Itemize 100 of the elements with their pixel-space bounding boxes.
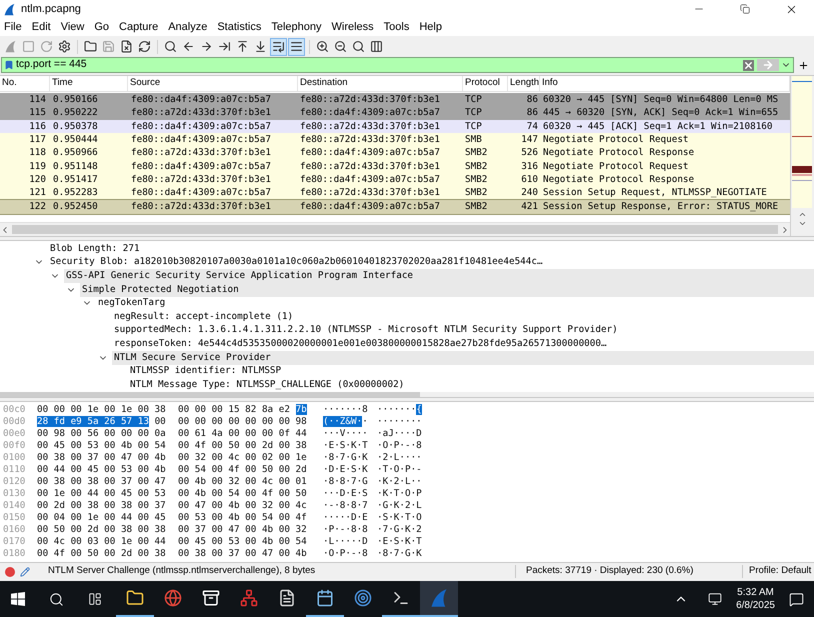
lines-button[interactable]	[288, 38, 305, 56]
selected-bytes: {	[416, 404, 422, 416]
byte-group: ·······	[377, 404, 416, 416]
byte-group: ·D·E·S·K	[323, 464, 368, 476]
scroll-down-icon[interactable]	[798, 219, 807, 228]
shark-fin-icon	[4, 40, 17, 53]
scrollbar-thumb[interactable]	[0, 392, 420, 397]
packet-row[interactable]: 114 0.950166 fe80::da4f:4309:a07c:b5a7 fe80::a72d:433d:370f:b3e1 TCP 86 60320 → 445 [SYN] Seq=0 Win=64800 Len=0 MS	[0, 93, 790, 106]
detail-line[interactable]: supportedMech: 1.3.6.1.4.1.311.2.2.10 (NTLMSSP - Microsoft NTLM Security Support Provider)	[112, 323, 814, 338]
detail-line[interactable]: NTLM Message Type: NTLMSSP_CHALLENGE (0x00000002)	[128, 378, 814, 392]
taskbar-app[interactable]	[420, 581, 458, 617]
offset-label: 0100	[2, 451, 26, 465]
byte-group: 00 4f 00 50 00 2d 00 38	[37, 548, 166, 560]
menu-item[interactable]: Go	[90, 18, 114, 36]
table-cell-text: 74	[526, 120, 539, 134]
menu-item[interactable]: Analyze	[164, 18, 212, 36]
notification-icon[interactable]	[789, 592, 804, 606]
offset-label: 0170	[2, 535, 26, 549]
network-status-icon[interactable]	[708, 592, 722, 606]
packet-row[interactable]: 115 0.950222 fe80::a72d:433d:370f:b3e1 fe80::da4f:4309:a07c:b5a7 TCP 86 445 → 60320 [SYN, ACK] Seq=0 Ack=1 Win=655	[0, 106, 790, 120]
menu-item[interactable]: Capture	[115, 18, 162, 36]
list-end-button[interactable]	[270, 38, 287, 56]
selected-bytes: (··Z&W·	[323, 416, 362, 428]
table-cell-text: 86	[526, 106, 539, 120]
byte-group: ·-·8·8·7	[323, 500, 368, 512]
packet-minimap[interactable]	[792, 76, 812, 208]
pencil-icon[interactable]	[20, 566, 30, 576]
table-cell-text: TCP	[464, 106, 483, 120]
byte-group: ···D·E·S	[323, 488, 368, 500]
byte-group: 00 38 00 37 00 47 00 4b	[178, 548, 307, 560]
table-cell-text: 0.951148	[52, 160, 99, 174]
packet-row[interactable]: 122 0.952450 fe80::a72d:433d:370f:b3e1 fe80::da4f:4309:a07c:b5a7 SMB2 421 Session Setup Response, Error: STATUS_MORE	[0, 200, 790, 214]
table-cell-text: fe80::a72d:433d:370f:b3e1	[130, 200, 272, 214]
byte-group: ·O·P·-·8	[323, 548, 368, 560]
save-icon	[102, 40, 115, 53]
menu-item[interactable]: Help	[415, 18, 446, 36]
menu-item[interactable]: Edit	[28, 18, 55, 36]
table-cell-text: 114	[28, 92, 47, 107]
menu-item[interactable]: Telephony	[267, 18, 326, 36]
table-cell-text: fe80::a72d:433d:370f:b3e1	[299, 92, 441, 107]
packet-row[interactable]: 117 0.950444 fe80::da4f:4309:a07c:b5a7 fe80::a72d:433d:370f:b3e1 SMB 147 Negotiate Protocol Request	[0, 133, 790, 147]
detail-line[interactable]: negTokenTarg	[96, 296, 814, 310]
search-icon[interactable]	[49, 592, 64, 606]
clock-time[interactable]: 5:32 AM	[737, 586, 774, 599]
menu-item[interactable]: View	[56, 18, 88, 36]
detail-line[interactable]: Security Blob: a182010b30820107a0030a0101a10c060a2b06010401823702020aa281f10481ee4e544c…	[48, 255, 814, 270]
byte-group: ········	[377, 416, 422, 428]
column-header[interactable]: Length	[508, 76, 540, 91]
terminal-icon	[392, 589, 410, 607]
table-cell-text: 147	[520, 132, 539, 147]
column-header[interactable]: Protocol	[463, 76, 508, 91]
clear-icon[interactable]	[743, 60, 754, 70]
byte-group: ·O·P·-·8	[377, 440, 422, 452]
bookmark-icon	[4, 59, 14, 71]
clock-date[interactable]: 6/8/2025	[736, 599, 775, 612]
status-profile[interactable]: Profile: Default	[749, 564, 812, 579]
table-cell-text: fe80::da4f:4309:a07c:b5a7	[130, 132, 272, 147]
expert-info-icon[interactable]	[5, 566, 15, 576]
packet-row[interactable]: 120 0.951417 fe80::a72d:433d:370f:b3e1 fe80::da4f:4309:a07c:b5a7 SMB2 610 Negotiate Protocol Response	[0, 173, 790, 187]
archive-icon	[202, 589, 220, 607]
menu-item[interactable]: Statistics	[213, 18, 266, 36]
table-cell-text: TCP	[464, 120, 483, 134]
table-cell-text: 117	[28, 132, 47, 147]
scroll-up-icon[interactable]	[798, 210, 807, 219]
detail-line[interactable]: Blob Length: 271	[48, 242, 814, 256]
detail-line[interactable]: NTLMSSP identifier: NTLMSSP	[128, 364, 814, 378]
table-cell-text: 120	[28, 173, 47, 188]
column-header[interactable]: Source	[128, 76, 298, 91]
detail-line[interactable]: negResult: accept-incomplete (1)	[112, 310, 814, 324]
zoom-in-icon	[316, 40, 329, 53]
start-icon[interactable]	[11, 592, 25, 606]
close-file-icon	[120, 40, 133, 53]
table-cell-text: fe80::da4f:4309:a07c:b5a7	[299, 146, 441, 160]
menu-item[interactable]: Tools	[380, 18, 414, 36]
table-cell-text: Session Setup Response, Error: STATUS_MORE	[542, 200, 780, 214]
add-filter-icon[interactable]	[798, 60, 809, 70]
menu-item[interactable]: Wireless	[328, 18, 378, 36]
reload-icon	[138, 40, 151, 53]
column-header[interactable]: Destination	[298, 76, 463, 91]
column-header[interactable]: No.	[0, 76, 50, 91]
packet-row[interactable]: 119 0.951148 fe80::da4f:4309:a07c:b5a7 fe80::a72d:433d:370f:b3e1 SMB2 316 Negotiate Protocol Request	[0, 160, 790, 174]
byte-group: ·K·2·L··	[377, 476, 422, 488]
menu-item[interactable]: File	[0, 18, 26, 36]
byte-group: 00 4b 00 32 00 4c 00 01	[178, 476, 307, 488]
packet-row[interactable]: 118 0.950966 fe80::a72d:433d:370f:b3e1 fe80::da4f:4309:a07c:b5a7 SMB2 526 Negotiate Protocol Response	[0, 146, 790, 160]
detail-line[interactable]: responseToken: 4e544c4d53535000020000001e001e003800000015828ae27b28fde95a26571300000000…	[112, 336, 814, 351]
packet-row[interactable]: 116 0.950378 fe80::da4f:4309:a07c:b5a7 fe80::a72d:433d:370f:b3e1 TCP 74 60320 → 445 [ACK] Seq=1 Ack=1 Win=2108160	[0, 120, 790, 134]
gear-button[interactable]	[56, 38, 73, 56]
byte-group: 00 4c 00 03 00 1e 00 44	[37, 536, 166, 548]
column-header[interactable]: Time	[50, 76, 128, 91]
display-filter-field[interactable]: tcp.port == 445	[1, 57, 794, 73]
task-view-icon[interactable]	[88, 592, 102, 606]
byte-group: 00 2d 00 38 00 38 00 37	[37, 500, 166, 512]
table-cell-text: 0.951417	[52, 173, 99, 188]
byte-group: 00 61 4a 00 00 00 0f 44	[178, 428, 307, 440]
scrollbar-thumb[interactable]	[12, 225, 778, 234]
table-cell-text: 445 → 60320 [SYN, ACK] Seq=0 Ack=1 Win=655	[542, 106, 780, 120]
table-cell-text: 0.950378	[52, 120, 99, 134]
window-title: ntlm.pcapng	[21, 2, 81, 17]
table-cell-text: 86	[526, 92, 539, 107]
